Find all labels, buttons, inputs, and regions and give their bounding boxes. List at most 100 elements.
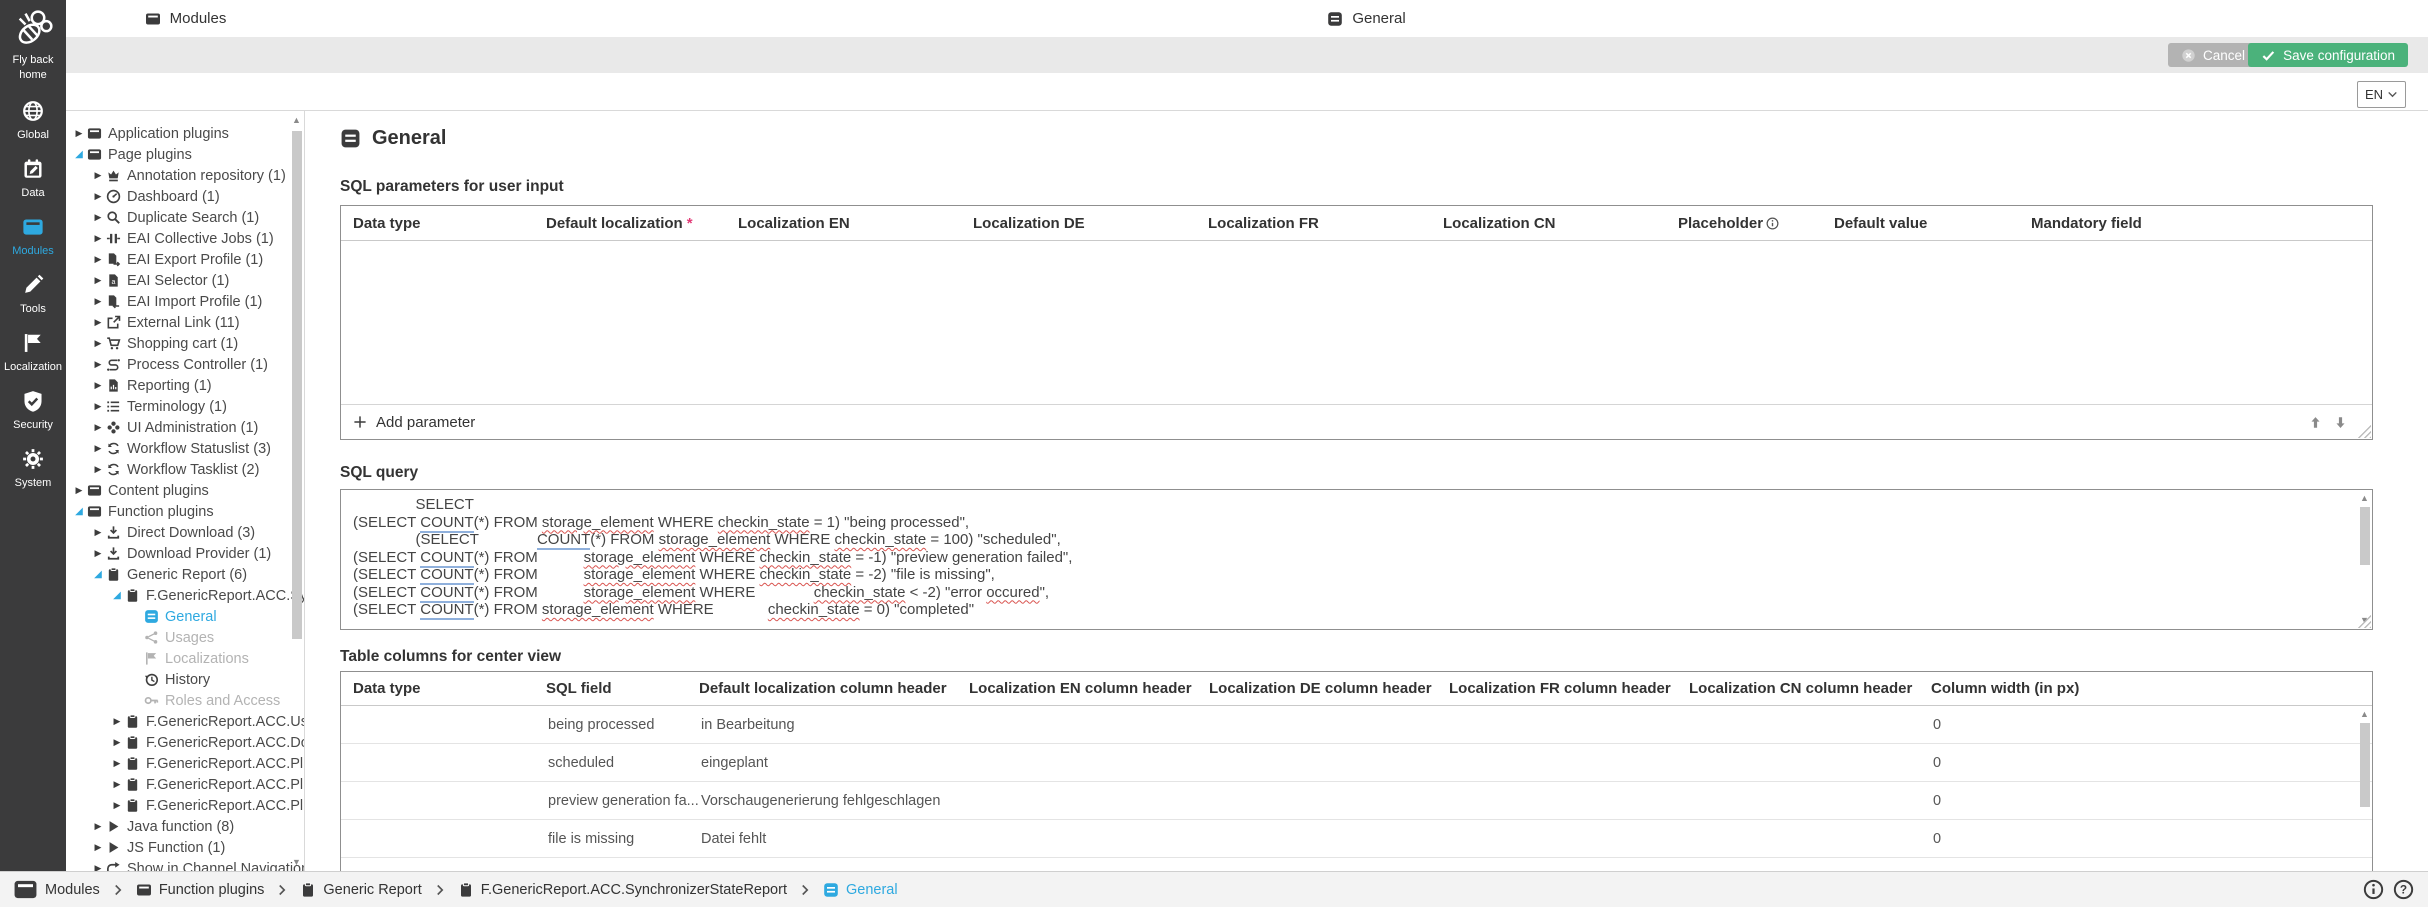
tree-expand-icon[interactable]: ▶ [91, 527, 105, 538]
tree-expand-icon[interactable]: ▶ [110, 779, 124, 790]
tree-expand-icon[interactable]: ▶ [72, 485, 86, 496]
table-row[interactable]: preview generation fa...Vorschaugenerier… [341, 782, 2372, 820]
tree-item-direct-download-3[interactable]: ▶Direct Download (3) [66, 522, 304, 543]
cancel-button[interactable]: Cancel [2168, 43, 2258, 67]
breadcrumb-modules[interactable]: Modules [13, 877, 100, 902]
rail-item-data[interactable]: Data [0, 158, 66, 199]
tree-item-java-function-8[interactable]: ▶Java function (8) [66, 816, 304, 837]
tree-expand-icon[interactable]: ▶ [91, 254, 105, 265]
tree-expand-icon[interactable]: ◢ [91, 569, 105, 580]
move-down-icon[interactable] [2333, 415, 2348, 430]
tree-item-external-link-11[interactable]: ▶External Link (11) [66, 312, 304, 333]
tree-item-eai-import-profile-1[interactable]: ▶EAI Import Profile (1) [66, 291, 304, 312]
tree-item-f-genericreport-acc-pl[interactable]: ▶F.GenericReport.ACC.Pl... [66, 774, 304, 795]
language-select[interactable]: EN [2357, 81, 2406, 108]
tree-expand-icon[interactable]: ▶ [91, 401, 105, 412]
table-row[interactable]: being processedin Bearbeitung0 [341, 706, 2372, 744]
tree-item-reporting-1[interactable]: ▶Reporting (1) [66, 375, 304, 396]
tree-scroll-up[interactable]: ▲ [290, 114, 303, 127]
tree-item-content-plugins[interactable]: ▶Content plugins [66, 480, 304, 501]
fly-back-home-button[interactable]: Fly back home [0, 0, 66, 83]
tree-scroll-down[interactable]: ▼ [290, 856, 303, 869]
breadcrumb-f-genericreport-acc-synchronizerstaterep[interactable]: F.GenericReport.ACC.SynchronizerStateRep… [458, 882, 787, 898]
tree-item-duplicate-search-1[interactable]: ▶Duplicate Search (1) [66, 207, 304, 228]
tree-expand-icon[interactable]: ▶ [91, 233, 105, 244]
rail-item-modules[interactable]: Modules [0, 216, 66, 257]
tree-item-eai-collective-jobs-1[interactable]: ▶EAI Collective Jobs (1) [66, 228, 304, 249]
tree-item-workflow-tasklist-2[interactable]: ▶Workflow Tasklist (2) [66, 459, 304, 480]
tree-expand-icon[interactable]: ▶ [110, 737, 124, 748]
tree-expand-icon[interactable]: ▶ [91, 212, 105, 223]
tree-expand-icon[interactable]: ◢ [72, 149, 86, 160]
tree-expand-icon[interactable]: ▶ [91, 548, 105, 559]
tree-expand-icon[interactable]: ▶ [91, 191, 105, 202]
tree-item-show-in-channel-navigation-1[interactable]: ▶Show in Channel Navigation (1 [66, 858, 304, 872]
tree-item-application-plugins[interactable]: ▶Application plugins [66, 123, 304, 144]
tree-item-localizations[interactable]: Localizations [66, 648, 304, 669]
tree-item-terminology-1[interactable]: ▶Terminology (1) [66, 396, 304, 417]
add-parameter-button[interactable]: Add parameter [353, 414, 475, 431]
tree-item-shopping-cart-1[interactable]: ▶Shopping cart (1) [66, 333, 304, 354]
tree-expand-icon[interactable]: ▶ [110, 716, 124, 727]
tree-expand-icon[interactable]: ◢ [72, 506, 86, 517]
rail-item-system[interactable]: System [0, 448, 66, 489]
breadcrumb-generic-report[interactable]: Generic Report [300, 882, 421, 898]
tree-expand-icon[interactable]: ▶ [91, 380, 105, 391]
tab-general[interactable]: General [305, 0, 2428, 37]
breadcrumb-function-plugins[interactable]: Function plugins [136, 882, 265, 898]
tree-item-annotation-repository-1[interactable]: ▶Annotation repository (1) [66, 165, 304, 186]
info-icon[interactable] [2363, 879, 2384, 900]
tree-expand-icon[interactable]: ▶ [91, 275, 105, 286]
tree-expand-icon[interactable]: ▶ [110, 800, 124, 811]
rail-item-tools[interactable]: Tools [0, 274, 66, 315]
sql-scroll-up[interactable]: ▲ [2358, 492, 2371, 505]
columns-scroll-up[interactable]: ▲ [2358, 708, 2371, 721]
tree-item-f-genericreport-acc-do[interactable]: ▶F.GenericReport.ACC.Do... [66, 732, 304, 753]
tab-modules[interactable]: Modules [66, 0, 305, 37]
table-row[interactable]: file is missingDatei fehlt0 [341, 820, 2372, 858]
help-icon[interactable]: ? [2393, 879, 2414, 900]
rail-item-security[interactable]: Security [0, 390, 66, 431]
tree-item-eai-selector-1[interactable]: ▶aEAI Selector (1) [66, 270, 304, 291]
tree-expand-icon[interactable]: ▶ [91, 338, 105, 349]
tree-expand-icon[interactable]: ▶ [72, 128, 86, 139]
tree-expand-icon[interactable]: ▶ [91, 296, 105, 307]
tree-expand-icon[interactable]: ▶ [91, 359, 105, 370]
tree-expand-icon[interactable]: ▶ [91, 821, 105, 832]
tree-expand-icon[interactable]: ◢ [110, 590, 124, 601]
tree-item-f-genericreport-acc-pl[interactable]: ▶F.GenericReport.ACC.Pl... [66, 753, 304, 774]
tree-item-f-genericreport-acc-syn[interactable]: ◢F.GenericReport.ACC.Syn.. [66, 585, 304, 606]
tree-expand-icon[interactable]: ▶ [91, 170, 105, 181]
tree-item-f-genericreport-acc-us[interactable]: ▶F.GenericReport.ACC.Us... [66, 711, 304, 732]
rail-item-global[interactable]: Global [0, 100, 66, 141]
tree-item-download-provider-1[interactable]: ▶Download Provider (1) [66, 543, 304, 564]
tree-expand-icon[interactable]: ▶ [91, 842, 105, 853]
tree-item-f-genericreport-acc-pl[interactable]: ▶F.GenericReport.ACC.Pl... [66, 795, 304, 816]
tree-expand-icon[interactable]: ▶ [91, 422, 105, 433]
breadcrumb-general[interactable]: General [823, 882, 898, 898]
tree-item-generic-report-6[interactable]: ◢Generic Report (6) [66, 564, 304, 585]
tree-item-roles-and-access[interactable]: Roles and Access [66, 690, 304, 711]
tree-item-ui-administration-1[interactable]: ▶UI Administration (1) [66, 417, 304, 438]
tree-expand-icon[interactable]: ▶ [91, 443, 105, 454]
tree-item-workflow-statuslist-3[interactable]: ▶Workflow Statuslist (3) [66, 438, 304, 459]
rail-item-localization[interactable]: Localization [0, 332, 66, 373]
tree-item-eai-export-profile-1[interactable]: ▶EAI Export Profile (1) [66, 249, 304, 270]
tree-item-page-plugins[interactable]: ◢Page plugins [66, 144, 304, 165]
tree-item-js-function-1[interactable]: ▶JS Function (1) [66, 837, 304, 858]
tree-item-general[interactable]: General [66, 606, 304, 627]
tree-expand-icon[interactable]: ▶ [110, 758, 124, 769]
tree-item-process-controller-1[interactable]: ▶Process Controller (1) [66, 354, 304, 375]
tree-item-usages[interactable]: Usages [66, 627, 304, 648]
tree-expand-icon[interactable]: ▶ [91, 464, 105, 475]
tree-scrollbar-thumb[interactable] [292, 131, 302, 639]
sql-scrollbar-thumb[interactable] [2360, 507, 2370, 565]
move-up-icon[interactable] [2308, 415, 2323, 430]
tree-item-history[interactable]: History [66, 669, 304, 690]
save-configuration-button[interactable]: Save configuration [2248, 43, 2408, 67]
columns-scrollbar-thumb[interactable] [2360, 723, 2370, 807]
tree-expand-icon[interactable]: ▶ [91, 317, 105, 328]
tree-item-function-plugins[interactable]: ◢Function plugins [66, 501, 304, 522]
table-row[interactable]: scheduledeingeplant0 [341, 744, 2372, 782]
tree-item-dashboard-1[interactable]: ▶Dashboard (1) [66, 186, 304, 207]
